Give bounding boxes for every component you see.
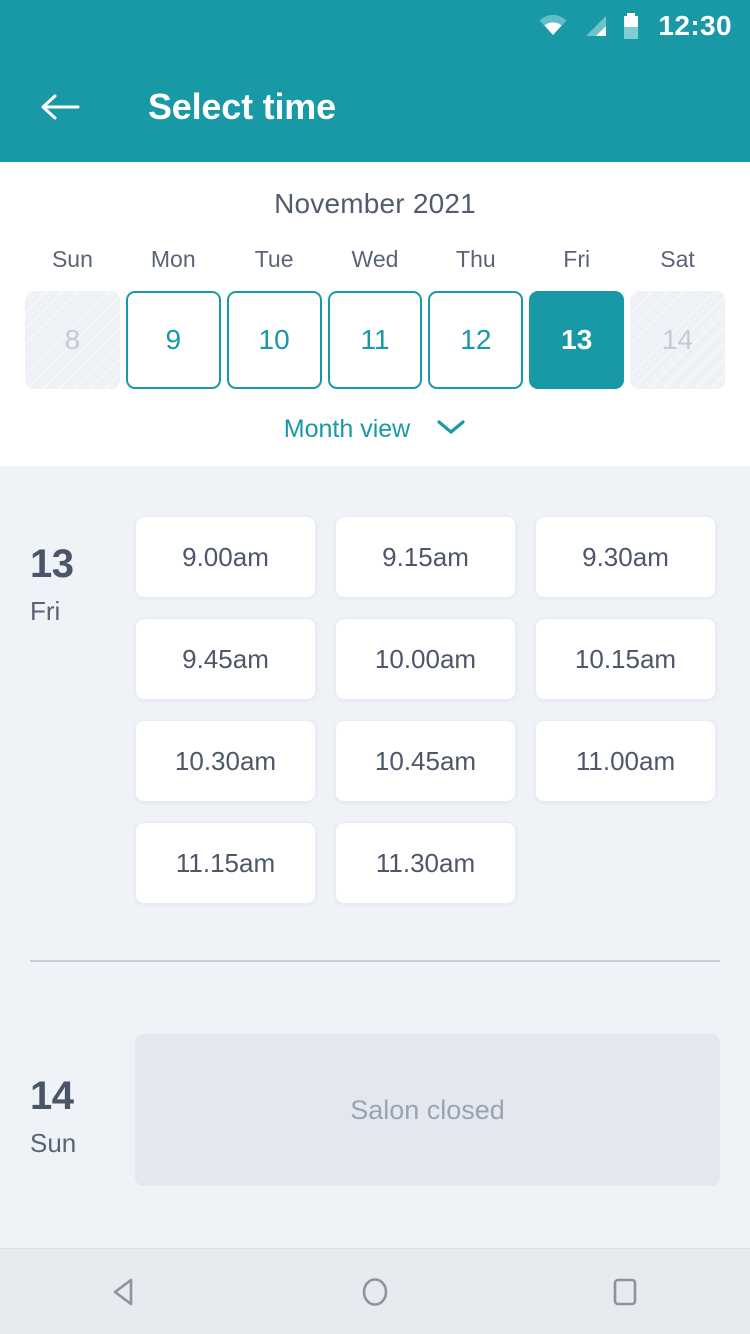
slots-area: 13 Fri 9.00am 9.15am 9.30am 9.45am 10.00… bbox=[0, 466, 750, 1186]
time-slot[interactable]: 9.30am bbox=[535, 516, 716, 598]
day-name: Fri bbox=[30, 596, 61, 626]
recents-nav-icon[interactable] bbox=[565, 1249, 685, 1334]
weekday-label: Tue bbox=[254, 246, 294, 272]
day-number: 14 bbox=[30, 1074, 74, 1118]
weekday-label: Sun bbox=[51, 246, 93, 272]
day-group-14: 14 Sun Salon closed bbox=[0, 1034, 750, 1186]
day-cell-12[interactable]: 12 bbox=[428, 291, 524, 389]
signal-icon bbox=[582, 14, 608, 38]
status-bar: 12:30 bbox=[0, 0, 750, 52]
day-number: 13 bbox=[30, 542, 74, 586]
chevron-down-icon bbox=[436, 418, 466, 441]
status-time: 12:30 bbox=[658, 10, 732, 41]
time-slot[interactable]: 9.15am bbox=[335, 516, 516, 598]
month-title: November 2021 bbox=[274, 188, 476, 219]
day-cell-8: 8 bbox=[25, 291, 120, 389]
month-view-toggle[interactable]: Month view bbox=[0, 389, 750, 444]
day-cell-10[interactable]: 10 bbox=[226, 291, 322, 389]
back-nav-icon[interactable] bbox=[65, 1249, 185, 1334]
time-slot[interactable]: 9.00am bbox=[135, 516, 316, 598]
weekday-label: Thu bbox=[456, 246, 496, 272]
android-nav-bar bbox=[0, 1248, 750, 1334]
day-label-13: 13 Fri bbox=[30, 502, 135, 904]
day-group-13: 13 Fri 9.00am 9.15am 9.30am 9.45am 10.00… bbox=[0, 502, 750, 904]
page-title: Select time bbox=[148, 86, 336, 127]
time-slot[interactable]: 11.30am bbox=[335, 822, 516, 904]
back-arrow-icon[interactable] bbox=[34, 81, 86, 133]
time-slot[interactable]: 11.15am bbox=[135, 822, 316, 904]
month-view-label: Month view bbox=[283, 415, 411, 443]
salon-closed-card: Salon closed bbox=[135, 1034, 720, 1186]
wifi-icon bbox=[538, 14, 568, 38]
day-cell-13[interactable]: 13 bbox=[529, 291, 625, 389]
weekday-label: Mon bbox=[150, 246, 196, 272]
day-cell-14: 14 bbox=[630, 291, 725, 389]
home-nav-icon[interactable] bbox=[315, 1249, 435, 1334]
time-slot[interactable]: 11.00am bbox=[535, 720, 716, 802]
time-slot[interactable]: 10.00am bbox=[335, 618, 516, 700]
weekday-label: Fri bbox=[563, 246, 591, 272]
app-bar: Select time bbox=[0, 52, 750, 162]
day-cell-9[interactable]: 9 bbox=[125, 291, 221, 389]
weekday-label: Sat bbox=[660, 246, 695, 272]
day-label-14: 14 Sun bbox=[30, 1034, 135, 1186]
section-divider bbox=[30, 960, 720, 962]
time-slot[interactable]: 9.45am bbox=[135, 618, 316, 700]
weekday-header-row: Sun Mon Tue Wed Thu Fri Sat bbox=[0, 246, 750, 291]
battery-icon bbox=[622, 13, 640, 39]
day-name: Sun bbox=[30, 1128, 77, 1158]
weekday-label: Wed bbox=[351, 246, 399, 272]
time-slot[interactable]: 10.45am bbox=[335, 720, 516, 802]
time-slot-grid: 9.00am 9.15am 9.30am 9.45am 10.00am 10.1… bbox=[135, 502, 716, 904]
phone-screen: 12:30 Select time November 2021 Sun Mon … bbox=[0, 0, 750, 1334]
calendar-panel: November 2021 Sun Mon Tue Wed Thu Fri Sa… bbox=[0, 162, 750, 466]
day-cell-11[interactable]: 11 bbox=[327, 291, 423, 389]
calendar-days-row: 8 9 10 11 12 13 14 bbox=[0, 291, 750, 389]
time-slot[interactable]: 10.15am bbox=[535, 618, 716, 700]
time-slot[interactable]: 10.30am bbox=[135, 720, 316, 802]
